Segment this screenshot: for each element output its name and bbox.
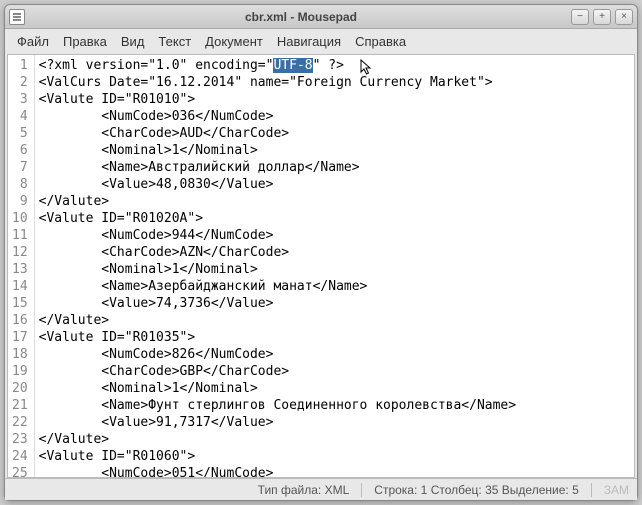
window-controls: − + × bbox=[571, 9, 633, 25]
code-line[interactable]: <CharCode>GBP</CharCode> bbox=[39, 363, 630, 380]
code-line[interactable]: <Value>48,0830</Value> bbox=[39, 176, 630, 193]
code-line[interactable]: <CharCode>AZN</CharCode> bbox=[39, 244, 630, 261]
code-line[interactable]: <Value>91,7317</Value> bbox=[39, 414, 630, 431]
code-line[interactable]: <CharCode>AUD</CharCode> bbox=[39, 125, 630, 142]
code-line[interactable]: <Valute ID="R01035"> bbox=[39, 329, 630, 346]
status-position: Строка: 1 Столбец: 35 Выделение: 5 bbox=[374, 483, 578, 497]
maximize-button[interactable]: + bbox=[593, 9, 611, 25]
menu-document[interactable]: Документ bbox=[199, 32, 269, 51]
menu-navigation[interactable]: Навигация bbox=[271, 32, 347, 51]
editor[interactable]: 1 2 3 4 5 6 7 8 9 10 11 12 13 14 15 16 1… bbox=[7, 54, 635, 478]
menu-file[interactable]: Файл bbox=[11, 32, 55, 51]
code-line[interactable]: <Nominal>1</Nominal> bbox=[39, 380, 630, 397]
code-line[interactable]: <NumCode>051</NumCode> bbox=[39, 465, 630, 477]
close-button[interactable]: × bbox=[615, 9, 633, 25]
code-line[interactable]: </Valute> bbox=[39, 193, 630, 210]
code-line[interactable]: <Nominal>1</Nominal> bbox=[39, 142, 630, 159]
code-line[interactable]: <Nominal>1</Nominal> bbox=[39, 261, 630, 278]
code-line[interactable]: <Valute ID="R01020A"> bbox=[39, 210, 630, 227]
code-line[interactable]: <Name>Азербайджанский манат</Name> bbox=[39, 278, 630, 295]
code-line[interactable]: <Valute ID="R01060"> bbox=[39, 448, 630, 465]
code-line[interactable]: <NumCode>826</NumCode> bbox=[39, 346, 630, 363]
status-filetype: Тип файла: XML bbox=[258, 483, 350, 497]
menu-text[interactable]: Текст bbox=[152, 32, 197, 51]
menubar: Файл Правка Вид Текст Документ Навигация… bbox=[5, 29, 637, 54]
code-area[interactable]: <?xml version="1.0" encoding="UTF-8" ?><… bbox=[35, 55, 634, 477]
code-line[interactable]: </Valute> bbox=[39, 431, 630, 448]
code-line[interactable]: <Name>Австралийский доллар</Name> bbox=[39, 159, 630, 176]
app-window: cbr.xml - Mousepad − + × Файл Правка Вид… bbox=[4, 4, 638, 501]
code-line[interactable]: <Value>74,3736</Value> bbox=[39, 295, 630, 312]
code-line[interactable]: <NumCode>036</NumCode> bbox=[39, 108, 630, 125]
app-icon bbox=[9, 9, 25, 25]
menu-view[interactable]: Вид bbox=[115, 32, 151, 51]
window-title: cbr.xml - Mousepad bbox=[31, 10, 571, 24]
code-line[interactable]: <?xml version="1.0" encoding="UTF-8" ?> bbox=[39, 57, 630, 74]
text-selection[interactable]: UTF-8 bbox=[273, 58, 312, 73]
menu-edit[interactable]: Правка bbox=[57, 32, 113, 51]
code-line[interactable]: <ValCurs Date="16.12.2014" name="Foreign… bbox=[39, 74, 630, 91]
menu-help[interactable]: Справка bbox=[349, 32, 412, 51]
code-line[interactable]: </Valute> bbox=[39, 312, 630, 329]
titlebar[interactable]: cbr.xml - Mousepad − + × bbox=[5, 5, 637, 29]
line-gutter: 1 2 3 4 5 6 7 8 9 10 11 12 13 14 15 16 1… bbox=[8, 55, 35, 477]
code-line[interactable]: <NumCode>944</NumCode> bbox=[39, 227, 630, 244]
status-overwrite-mode: ЗАМ bbox=[604, 483, 629, 497]
code-line[interactable]: <Name>Фунт стерлингов Соединенного корол… bbox=[39, 397, 630, 414]
minimize-button[interactable]: − bbox=[571, 9, 589, 25]
statusbar: Тип файла: XML Строка: 1 Столбец: 35 Выд… bbox=[5, 478, 637, 500]
code-line[interactable]: <Valute ID="R01010"> bbox=[39, 91, 630, 108]
